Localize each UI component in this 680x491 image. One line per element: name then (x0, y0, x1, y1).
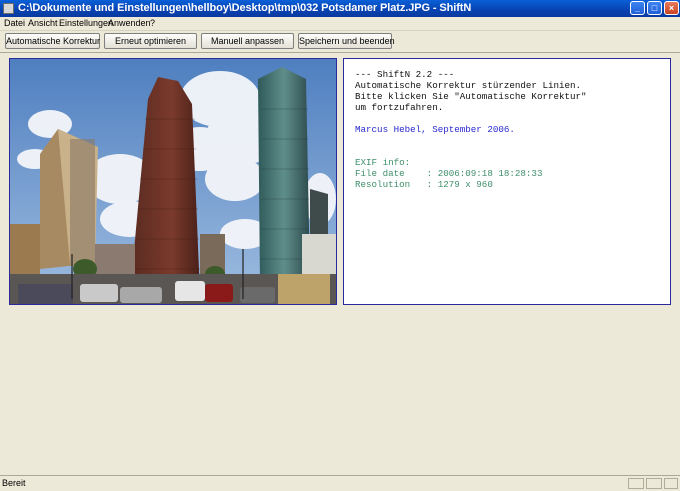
toolbar: Automatische Korrektur Erneut optimieren… (0, 31, 680, 51)
potsdamer-platz-photo (10, 59, 336, 304)
info-panel: --- ShiftN 2.2 --- Automatische Korrektu… (343, 58, 671, 305)
status-panel (628, 478, 644, 489)
resize-grip[interactable] (664, 478, 678, 489)
status-panel (646, 478, 662, 489)
maximize-button[interactable]: □ (647, 1, 662, 15)
title-bar[interactable]: C:\Dokumente und Einstellungen\hellboy\D… (0, 0, 680, 17)
info-line: Resolution : 1279 x 960 (355, 179, 493, 190)
window-title: C:\Dokumente und Einstellungen\hellboy\D… (18, 2, 472, 14)
minimize-button[interactable]: _ (630, 1, 645, 15)
status-bar: Bereit (0, 475, 680, 491)
info-line: um fortzufahren. (355, 102, 444, 113)
info-line: File date : 2006:09:18 18:28:33 (355, 168, 543, 179)
menu-ansicht[interactable]: Ansicht (28, 18, 58, 28)
save-and-exit-button[interactable]: Speichern und beenden (298, 33, 395, 49)
info-line (355, 146, 670, 157)
close-button[interactable]: × (664, 1, 679, 15)
info-line: --- ShiftN 2.2 --- (355, 69, 455, 80)
menu-bar: Datei Ansicht Einstellungen Anwenden ? (0, 17, 680, 31)
photo-preview (9, 58, 337, 305)
info-line (355, 135, 670, 146)
menu-anwenden[interactable]: Anwenden (108, 18, 151, 28)
info-line: EXIF info: (355, 157, 411, 168)
automatic-correction-button[interactable]: Automatische Korrektur (5, 33, 100, 49)
info-line: Marcus Hebel, September 2006. (355, 124, 515, 135)
info-line: Bitte klicken Sie "Automatische Korrektu… (355, 91, 587, 102)
info-line: Automatische Korrektur stürzender Linien… (355, 80, 582, 91)
menu-datei[interactable]: Datei (4, 18, 25, 28)
status-text: Bereit (2, 478, 26, 488)
menu-einstellungen[interactable]: Einstellungen (59, 18, 113, 28)
app-icon (3, 3, 14, 14)
menu-help[interactable]: ? (150, 18, 155, 28)
reoptimize-button[interactable]: Erneut optimieren (104, 33, 197, 49)
manual-adjust-button[interactable]: Manuell anpassen (201, 33, 294, 49)
info-line (355, 113, 670, 124)
